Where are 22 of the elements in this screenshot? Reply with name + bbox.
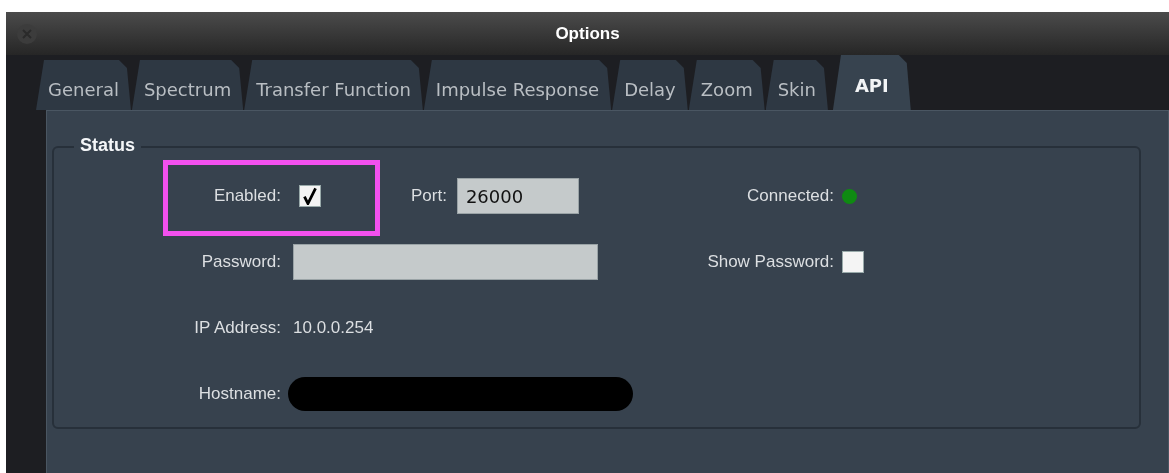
tab[interactable]: API (832, 55, 911, 110)
field-label: Show Password: (707, 252, 834, 272)
tab[interactable]: Spectrum (131, 60, 244, 110)
field-label: Hostname: (198, 384, 281, 404)
checkmark-icon (301, 187, 319, 205)
field-label: Connected: (747, 186, 834, 206)
ip-address-value: 10.0.0.254 (293, 318, 374, 338)
tab[interactable]: General (36, 60, 131, 110)
field-label: Enabled: (213, 186, 281, 206)
tab[interactable]: Zoom (688, 60, 765, 110)
checkbox[interactable] (299, 185, 321, 207)
tab[interactable]: Skin (765, 60, 828, 110)
password-field[interactable] (293, 244, 598, 280)
port-field[interactable]: 26000 (456, 178, 579, 214)
tab[interactable]: Transfer Function (244, 60, 423, 110)
checkbox[interactable] (842, 251, 864, 273)
field-label: Password: (201, 252, 281, 272)
field-label: IP Address: (194, 318, 281, 338)
field-label: Port: (411, 186, 447, 206)
tab[interactable]: Impulse Response (423, 60, 612, 110)
tab[interactable]: Delay (612, 60, 688, 110)
window-title: Options (555, 23, 620, 44)
